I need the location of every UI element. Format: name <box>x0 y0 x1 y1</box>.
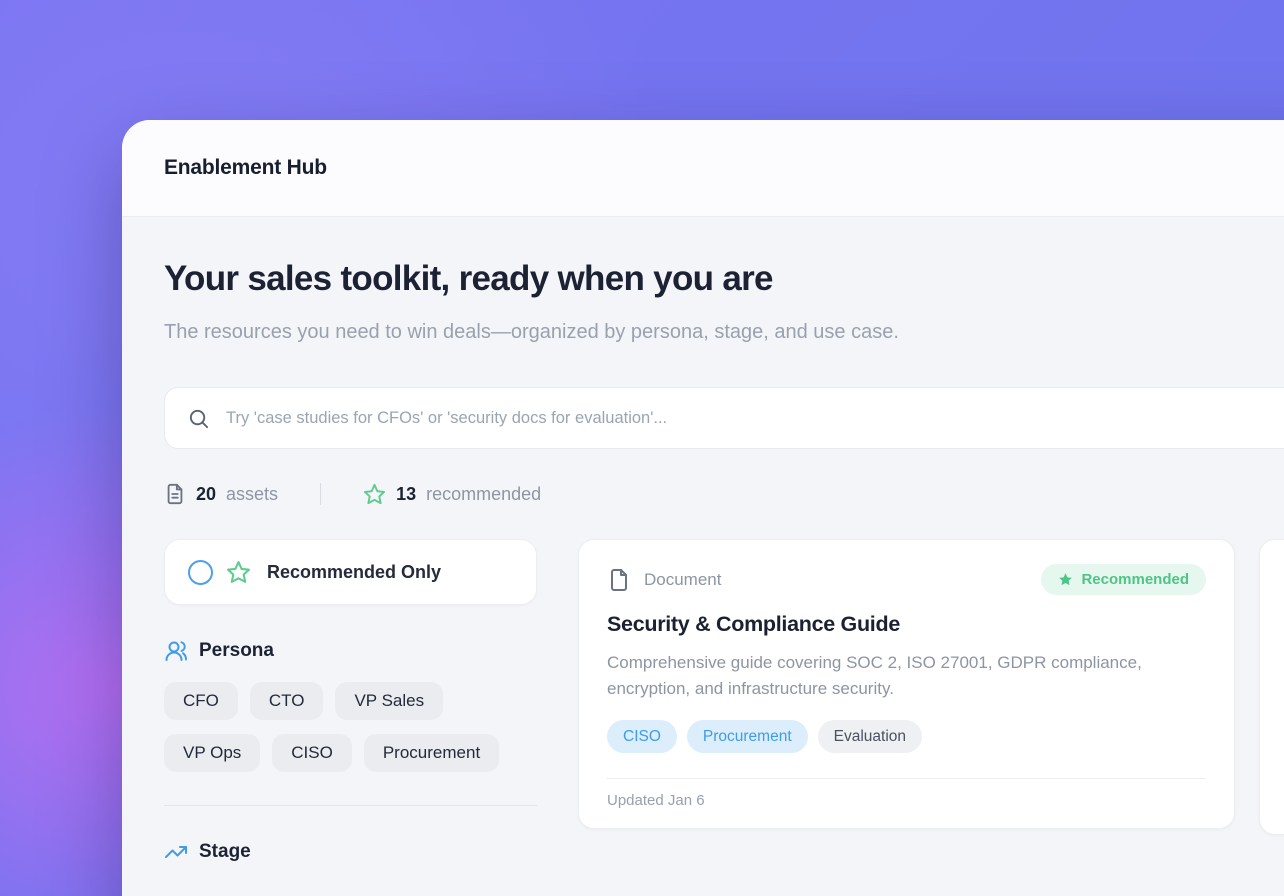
asset-cards-grid: Document Recommended Security & Comp <box>578 539 1284 835</box>
enablement-hub-window: Enablement Hub Your sales toolkit, ready… <box>122 120 1284 896</box>
assets-count: 20 <box>196 484 216 505</box>
card-description: Comprehensive guide covering SOC 2, ISO … <box>607 650 1197 701</box>
asset-card-security-compliance-guide[interactable]: Document Recommended Security & Comp <box>578 539 1235 829</box>
card-type-label: Document <box>644 570 721 590</box>
search-bar[interactable] <box>164 387 1284 449</box>
page-subtitle: The resources you need to win deals—orga… <box>164 313 994 351</box>
stage-section-heading: Stage <box>164 840 537 864</box>
star-icon <box>363 483 386 506</box>
recommended-badge: Recommended <box>1041 564 1206 595</box>
page-title: Your sales toolkit, ready when you are <box>164 259 1284 299</box>
assets-label: assets <box>226 484 278 505</box>
assets-stat: 20 assets <box>164 482 278 506</box>
persona-chip[interactable]: VP Sales <box>335 682 443 720</box>
trending-up-icon <box>164 840 188 864</box>
window-body: Your sales toolkit, ready when you are T… <box>122 217 1284 864</box>
star-icon <box>226 560 251 585</box>
desktop-background: Enablement Hub Your sales toolkit, ready… <box>0 0 1284 896</box>
recommended-count: 13 <box>396 484 416 505</box>
card-updated-text: Updated Jan 6 <box>607 779 1206 828</box>
persona-chip[interactable]: Procurement <box>364 734 499 772</box>
window-header: Enablement Hub <box>122 120 1284 217</box>
card-type-row: Document Recommended <box>607 564 1206 595</box>
users-icon <box>164 639 188 663</box>
stats-divider <box>320 483 321 505</box>
filters-sidebar: Recommended Only Persona <box>164 539 537 864</box>
card-tag[interactable]: CISO <box>607 720 677 753</box>
recommended-badge-label: Recommended <box>1081 571 1189 588</box>
recommended-stat: 13 recommended <box>363 483 541 506</box>
persona-section-heading: Persona <box>164 639 537 663</box>
persona-chip[interactable]: VP Ops <box>164 734 260 772</box>
persona-chip[interactable]: CTO <box>250 682 324 720</box>
persona-chip[interactable]: CISO <box>272 734 352 772</box>
card-title: Security & Compliance Guide <box>607 612 1206 637</box>
recommended-label: recommended <box>426 484 541 505</box>
content-columns: Recommended Only Persona <box>164 539 1284 864</box>
search-input[interactable] <box>226 409 1284 428</box>
stage-label: Stage <box>199 841 251 863</box>
persona-label: Persona <box>199 640 274 662</box>
star-filled-icon <box>1058 572 1073 587</box>
stats-row: 20 assets 13 recommended <box>164 481 1284 507</box>
file-icon <box>607 566 631 594</box>
partial-asset-card[interactable] <box>1259 539 1284 835</box>
card-tags: CISO Procurement Evaluation <box>607 720 1206 753</box>
card-tag[interactable]: Procurement <box>687 720 808 753</box>
sidebar-divider <box>164 805 537 806</box>
search-icon <box>187 407 210 430</box>
app-title: Enablement Hub <box>164 156 327 180</box>
card-tag[interactable]: Evaluation <box>818 720 922 753</box>
recommended-only-toggle[interactable]: Recommended Only <box>164 539 537 605</box>
persona-chips: CFO CTO VP Sales VP Ops CISO Procurement <box>164 682 537 772</box>
recommended-only-label: Recommended Only <box>267 562 441 583</box>
file-text-icon <box>164 482 186 506</box>
persona-chip[interactable]: CFO <box>164 682 238 720</box>
toggle-circle-icon[interactable] <box>188 560 213 585</box>
